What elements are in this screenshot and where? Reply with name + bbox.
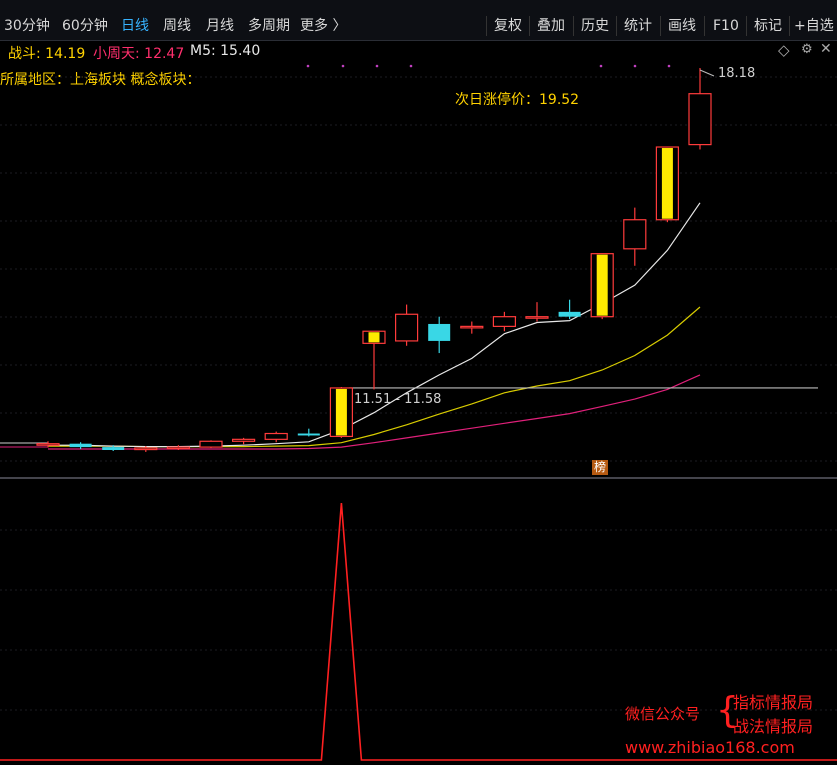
candle-body (492, 316, 516, 327)
ma-white-line (48, 202, 701, 448)
candle-body (69, 443, 92, 448)
signal-line (0, 502, 837, 761)
limit-up-fill (661, 148, 673, 219)
peak-pointer (699, 69, 715, 77)
candle-body (688, 93, 712, 146)
marker-dot (341, 64, 345, 68)
candle-body (395, 313, 419, 342)
candle-body (428, 323, 451, 341)
candle-body (102, 447, 125, 450)
marker-dot (306, 64, 310, 68)
candle-body (297, 433, 320, 436)
marker-dot (409, 64, 413, 68)
range-label: 11.51 - 11.58 (354, 392, 442, 407)
candle-body (264, 432, 288, 440)
candle-body (558, 311, 581, 317)
candle-body (36, 443, 60, 446)
watermark-line2: 战法情报局 (733, 717, 814, 736)
candle-body (525, 316, 549, 319)
bang-badge[interactable]: 榜 (592, 460, 609, 475)
watermark-wechat: 微信公众号 (625, 705, 701, 723)
limit-up-fill (368, 332, 380, 343)
candle-body (134, 447, 158, 451)
price-chart (0, 64, 837, 761)
marker-dot (375, 64, 379, 68)
marker-dot (633, 64, 637, 68)
marker-dot (599, 64, 603, 68)
watermark-line1: 指标情报局 (733, 693, 814, 712)
candle-body (199, 440, 223, 448)
limit-up-fill (596, 254, 608, 316)
candle-body (623, 219, 647, 250)
candle-body (232, 438, 256, 442)
limit-up-fill (335, 388, 347, 436)
marker-dot (667, 64, 671, 68)
candle-body (460, 325, 484, 329)
watermark-site: www.zhibiao168.com (625, 738, 795, 757)
candle-body (166, 446, 190, 450)
peak-price-label: 18.18 (718, 66, 756, 81)
